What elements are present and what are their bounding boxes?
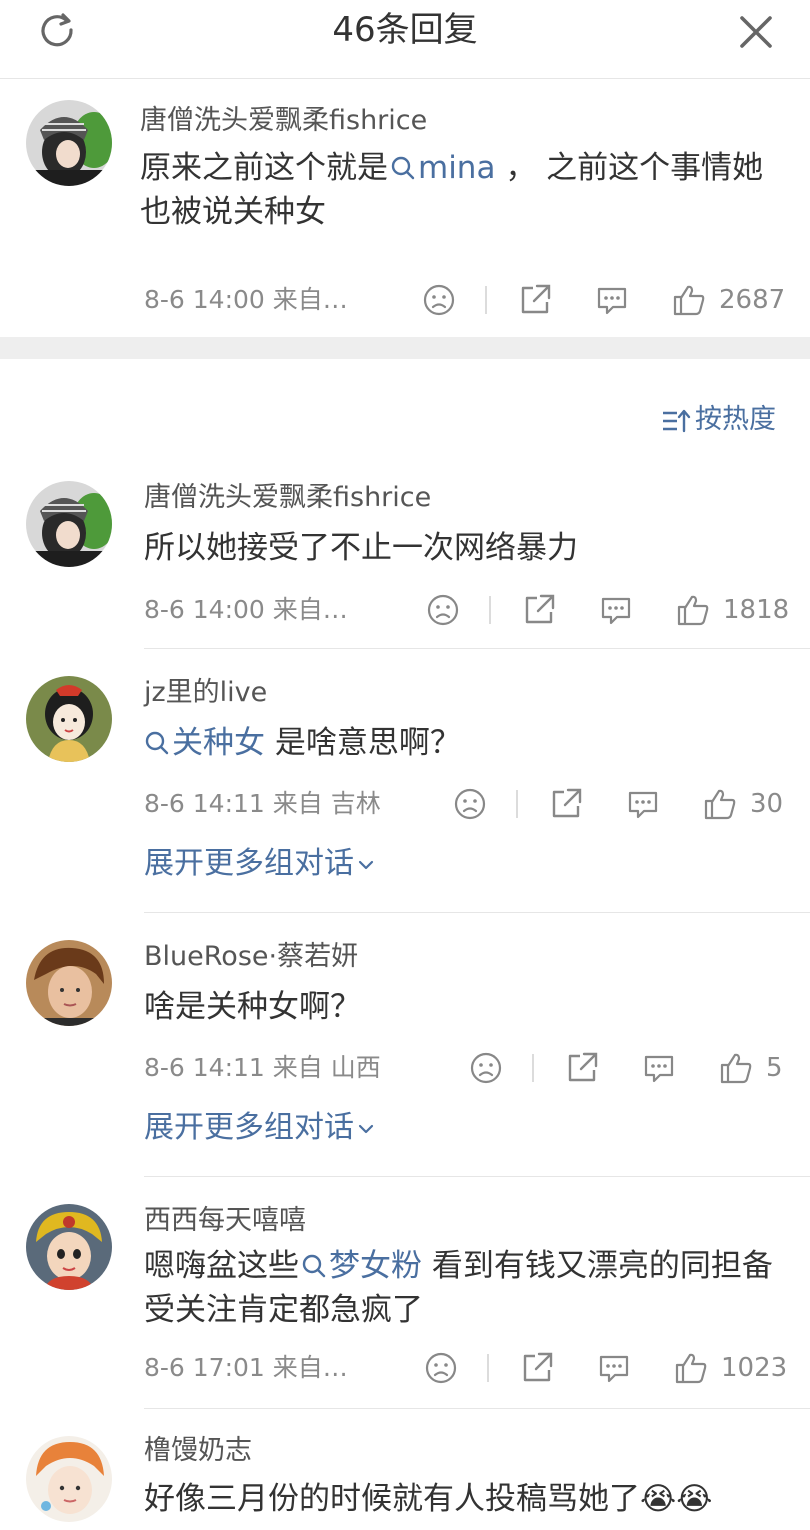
reply-text: 所以她接受了不止一次网络暴力 — [144, 530, 578, 566]
like-count: 2687 — [719, 285, 786, 315]
reply-source: 来自… — [272, 595, 348, 624]
expand-more-button[interactable]: 展开更多组对话 — [144, 1108, 376, 1148]
sort-label: 按热度 — [695, 404, 776, 435]
reply-username[interactable]: 西西每天嘻嘻 — [144, 1203, 306, 1239]
topic-tag-label: 梦女粉 — [329, 1248, 422, 1284]
separator — [532, 1054, 534, 1082]
divider — [144, 912, 810, 913]
comment-source: 来自… — [272, 285, 348, 314]
comment-text-part: 原来之前这个就是 — [140, 150, 388, 186]
comment-text: 原来之前这个就是 mina ， 之前这个事情她也被说关种女 — [140, 146, 780, 234]
section-divider — [0, 337, 810, 359]
reply-meta: 8-6 14:11 来自 山西 — [144, 1050, 381, 1086]
reply-text-part: 嗯嗨盆这些 — [144, 1248, 299, 1284]
topic-tag-label: mina — [418, 150, 496, 186]
avatar[interactable] — [26, 1204, 112, 1290]
reply-meta: 8-6 14:11 来自 吉林 — [144, 786, 381, 822]
separator — [489, 596, 491, 624]
separator — [516, 790, 518, 818]
reply-username[interactable]: 唐僧洗头爱飘柔fishrice — [144, 480, 431, 516]
share-icon[interactable] — [517, 282, 553, 318]
divider — [144, 1176, 810, 1177]
sad-face-icon[interactable] — [421, 282, 457, 318]
sad-face-icon[interactable] — [452, 786, 488, 822]
like-count: 1023 — [721, 1353, 788, 1383]
sort-icon — [663, 409, 691, 432]
comment-icon[interactable] — [641, 1050, 677, 1086]
expand-more-label: 展开更多组对话 — [144, 1110, 354, 1145]
reply-time: 8-6 17:01 — [144, 1353, 265, 1382]
reply-text: 嗯嗨盆这些 梦女粉 看到有钱又漂亮的同担备受关注肯定都急疯了 — [144, 1244, 784, 1332]
thumbs-up-icon[interactable] — [673, 1350, 709, 1386]
comment-username[interactable]: 唐僧洗头爱飘柔fishrice — [140, 103, 427, 139]
header-bar: 46条回复 — [0, 0, 810, 79]
share-icon[interactable] — [519, 1350, 555, 1386]
reply-meta: 8-6 14:00 来自… — [144, 592, 348, 628]
share-icon[interactable] — [564, 1050, 600, 1086]
thumbs-up-icon[interactable] — [702, 786, 738, 822]
sad-face-icon[interactable] — [425, 592, 461, 628]
reply-username[interactable]: BlueRose·蔡若妍 — [144, 939, 358, 975]
reply-text: 好像三月份的时候就有人投稿骂她了😭😭 — [144, 1481, 713, 1517]
separator — [487, 1354, 489, 1382]
share-icon[interactable] — [521, 592, 557, 628]
search-tag-icon — [391, 156, 415, 180]
avatar[interactable] — [26, 940, 112, 1026]
reply-source: 来自 吉林 — [272, 789, 381, 818]
comment-time: 8-6 14:00 — [144, 285, 265, 314]
sort-toggle[interactable]: 按热度 — [661, 402, 776, 438]
comment-meta: 8-6 14:00 来自… — [144, 282, 348, 318]
reply-source: 来自… — [272, 1353, 348, 1382]
thumbs-up-icon[interactable] — [718, 1050, 754, 1086]
reply-text: 啥是关种女啊？ — [144, 989, 361, 1025]
expand-more-button[interactable]: 展开更多组对话 — [144, 844, 376, 884]
reply-text-part: 是啥意思啊？ — [274, 725, 461, 761]
avatar[interactable] — [26, 1436, 112, 1522]
reply-text: 关种女 是啥意思啊？ — [144, 721, 784, 765]
share-icon[interactable] — [548, 786, 584, 822]
avatar[interactable] — [26, 676, 112, 762]
divider — [144, 648, 810, 649]
reply-meta: 8-6 17:01 来自… — [144, 1350, 348, 1386]
topic-tag-label: 关种女 — [172, 725, 265, 761]
comment-icon[interactable] — [625, 786, 661, 822]
reply-time: 8-6 14:00 — [144, 595, 265, 624]
avatar[interactable] — [26, 100, 112, 186]
topic-tag[interactable]: 关种女 — [144, 725, 265, 761]
divider — [144, 1408, 810, 1409]
like-count: 1818 — [723, 595, 790, 625]
sad-face-icon[interactable] — [468, 1050, 504, 1086]
reply-time: 8-6 14:11 — [144, 1053, 265, 1082]
thumbs-up-icon[interactable] — [675, 592, 711, 628]
comment-icon[interactable] — [594, 282, 630, 318]
avatar[interactable] — [26, 481, 112, 567]
comment-icon[interactable] — [596, 1350, 632, 1386]
close-icon[interactable] — [734, 10, 778, 54]
sad-face-icon[interactable] — [423, 1350, 459, 1386]
reply-username[interactable]: jz里的live — [144, 675, 267, 711]
search-tag-icon — [302, 1254, 326, 1278]
reply-source: 来自 山西 — [272, 1053, 381, 1082]
reply-username[interactable]: 橹馒奶志 — [144, 1433, 252, 1469]
search-tag-icon — [145, 731, 169, 755]
reply-time: 8-6 14:11 — [144, 789, 265, 818]
separator — [485, 286, 487, 314]
expand-more-label: 展开更多组对话 — [144, 846, 354, 881]
chevron-down-icon — [358, 860, 374, 869]
like-count: 30 — [750, 789, 784, 819]
topic-tag[interactable]: mina — [388, 150, 495, 186]
comment-icon[interactable] — [598, 592, 634, 628]
chevron-down-icon — [358, 1124, 374, 1133]
page-title: 46条回复 — [332, 10, 478, 50]
topic-tag[interactable]: 梦女粉 — [299, 1248, 422, 1284]
thumbs-up-icon[interactable] — [671, 282, 707, 318]
like-count: 5 — [766, 1053, 783, 1083]
